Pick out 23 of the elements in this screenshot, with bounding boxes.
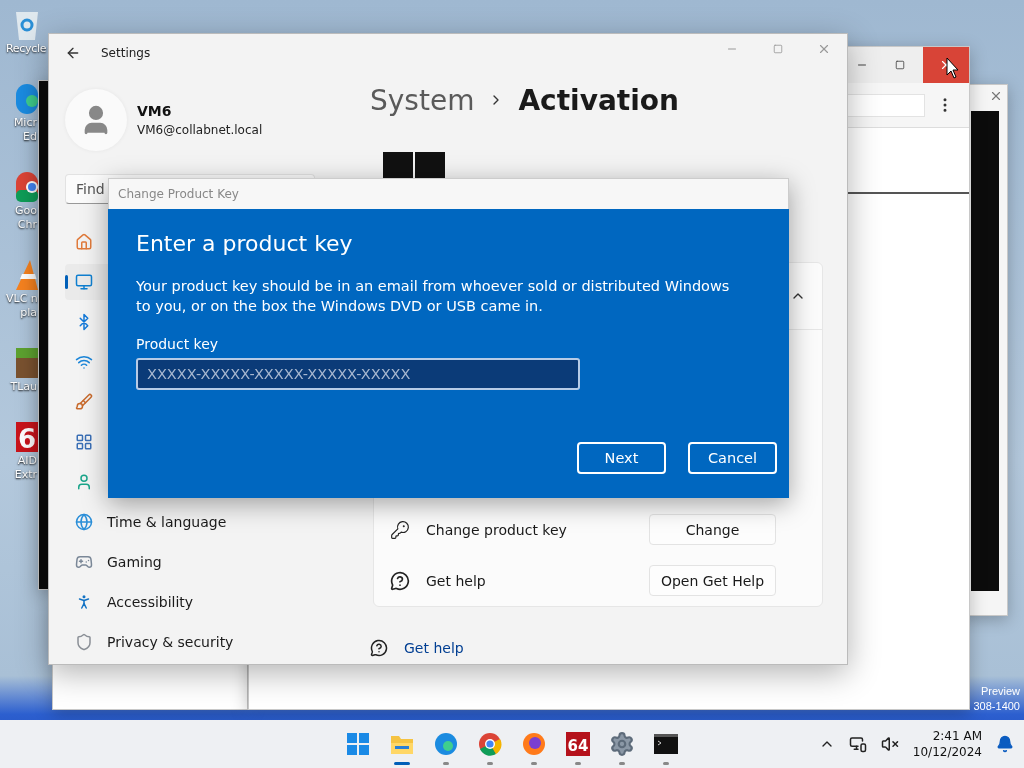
page-title: Activation xyxy=(518,83,679,117)
window-title: Settings xyxy=(101,46,151,60)
dialog-title: Change Product Key xyxy=(108,178,789,209)
desktop-icon-label: Extr xyxy=(13,468,37,482)
setting-label: Change product key xyxy=(426,521,568,538)
desktop-icon-label: pla xyxy=(19,306,37,320)
desktop-icon-label: Recycle xyxy=(6,42,46,56)
desktop-icon-label: AID xyxy=(16,454,37,468)
desktop-icon-label: Goo xyxy=(14,204,37,218)
desktop-watermark-text: 308-1400 xyxy=(973,699,1020,714)
setting-label: Get help xyxy=(426,572,487,589)
desktop-icon-label: TLau xyxy=(9,380,37,394)
desktop-icon-label: Chr xyxy=(16,218,37,232)
dialog-heading: Enter a product key xyxy=(136,231,354,256)
field-label: Product key xyxy=(136,336,220,352)
desktop-icon-label: Ed xyxy=(22,130,37,144)
dialog-text: Your product key should be in an email from whoever sold or distributed Windows to you, or on the box the Windows DVD or USB came in. xyxy=(136,277,731,316)
desktop-watermark-text: Preview xyxy=(980,684,1020,699)
user-name: VM6 xyxy=(137,103,173,119)
desktop-icon-label: Micr xyxy=(12,116,37,130)
desktop-icon-label: VLC n xyxy=(6,292,37,306)
user-email: VM6@collabnet.local xyxy=(137,123,263,137)
aida-icon: 6 xyxy=(16,422,38,452)
